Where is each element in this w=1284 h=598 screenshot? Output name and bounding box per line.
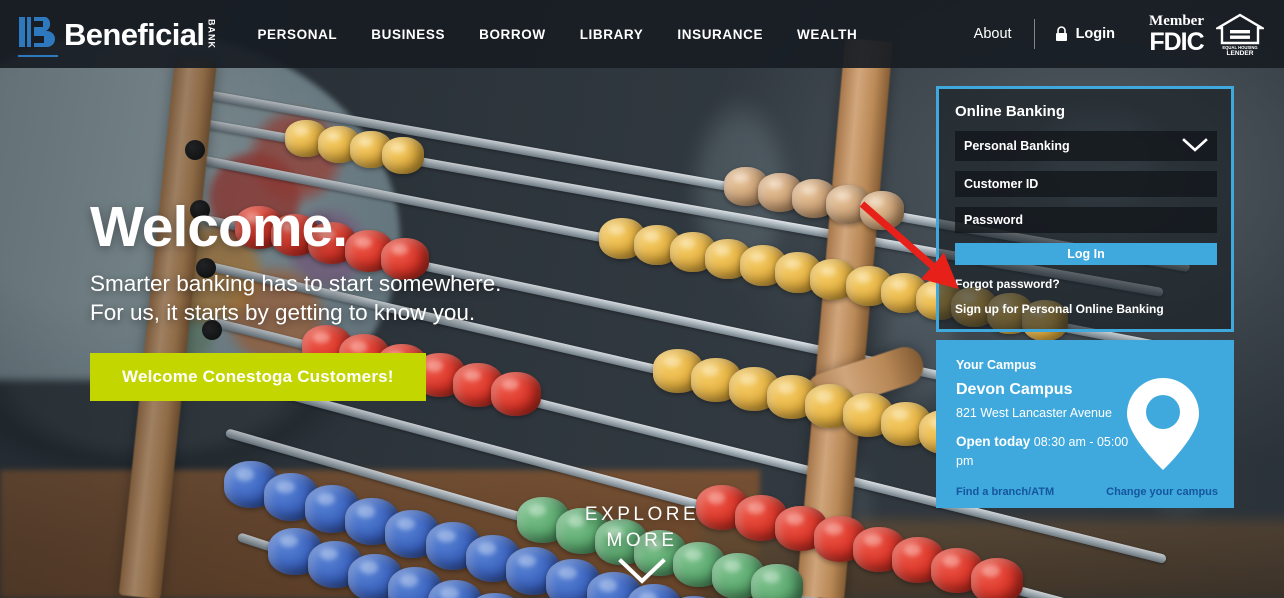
equal-housing-lender-icon: EQUAL HOUSING LENDER: [1213, 12, 1267, 57]
chevron-down-icon[interactable]: [0, 557, 1284, 585]
online-banking-login-panel: Online Banking Personal Banking Log In F…: [936, 86, 1234, 332]
account-type-select[interactable]: Personal Banking: [955, 131, 1217, 161]
logo-bank-text: BANK: [206, 18, 217, 49]
customer-id-input[interactable]: [964, 177, 1208, 191]
forgot-password-link[interactable]: Forgot password?: [955, 277, 1215, 291]
header-utility-area: About Login Member FDIC EQUAL HOUSING LE…: [974, 12, 1270, 57]
member-fdic-logo: Member FDIC: [1149, 12, 1205, 56]
password-input[interactable]: [964, 213, 1208, 227]
campus-card-links: Find a branch/ATM Change your campus: [956, 486, 1218, 498]
account-type-selected-value: Personal Banking: [964, 139, 1070, 153]
main-navigation: PERSONAL BUSINESS BORROW LIBRARY INSURAN…: [257, 27, 891, 42]
site-header: Beneficial BANK PERSONAL BUSINESS BORROW…: [0, 0, 1284, 68]
brand-logo[interactable]: Beneficial BANK: [18, 15, 217, 57]
nav-item-library[interactable]: LIBRARY: [580, 27, 644, 42]
explore-more-line-2: MORE: [606, 529, 678, 551]
hero-subline-1: Smarter banking has to start somewhere.: [90, 270, 502, 296]
beneficial-b-logo-icon: [18, 15, 58, 57]
change-your-campus-link[interactable]: Change your campus: [1106, 486, 1218, 498]
map-pin-icon: [1124, 376, 1202, 477]
header-divider: [1033, 19, 1035, 49]
fdic-name-text: FDIC: [1149, 27, 1204, 56]
customer-id-field[interactable]: [955, 171, 1217, 197]
nav-item-borrow[interactable]: BORROW: [479, 27, 546, 42]
sign-up-online-banking-link[interactable]: Sign up for Personal Online Banking: [955, 302, 1215, 316]
campus-hours: Open today 08:30 am - 05:00 pm: [956, 432, 1136, 470]
lock-icon: [1055, 26, 1068, 42]
page-root: Beneficial BANK PERSONAL BUSINESS BORROW…: [0, 0, 1284, 598]
chevron-down-icon-select[interactable]: [1182, 137, 1208, 155]
header-login-label: Login: [1075, 26, 1116, 42]
find-branch-atm-link[interactable]: Find a branch/ATM: [956, 486, 1054, 498]
nav-item-wealth[interactable]: WEALTH: [797, 27, 857, 42]
hero-subline-2: For us, it starts by getting to know you…: [90, 299, 476, 325]
nav-item-insurance[interactable]: INSURANCE: [677, 27, 763, 42]
explore-more-control[interactable]: EXPLORE MORE: [0, 502, 1284, 585]
nav-item-personal[interactable]: PERSONAL: [257, 27, 337, 42]
hero-copy-block: Welcome. Smarter banking has to start so…: [90, 195, 502, 402]
nav-item-about[interactable]: About: [974, 26, 1012, 42]
header-login-link[interactable]: Login: [1055, 26, 1115, 42]
log-in-button[interactable]: Log In: [955, 243, 1217, 265]
password-field[interactable]: [955, 207, 1217, 233]
campus-open-label: Open today: [956, 434, 1031, 449]
your-campus-card: Your Campus Devon Campus 821 West Lancas…: [936, 340, 1234, 508]
campus-card-label: Your Campus: [956, 358, 1037, 372]
page-title: Welcome.: [90, 195, 348, 259]
login-panel-title: Online Banking: [955, 103, 1066, 120]
logo-underline: [18, 55, 58, 57]
welcome-conestoga-customers-button[interactable]: Welcome Conestoga Customers!: [90, 353, 426, 402]
logo-wordmark: Beneficial: [64, 16, 205, 52]
svg-text:LENDER: LENDER: [1226, 50, 1253, 56]
nav-item-business[interactable]: BUSINESS: [371, 27, 445, 42]
fdic-member-text: Member: [1149, 12, 1204, 29]
